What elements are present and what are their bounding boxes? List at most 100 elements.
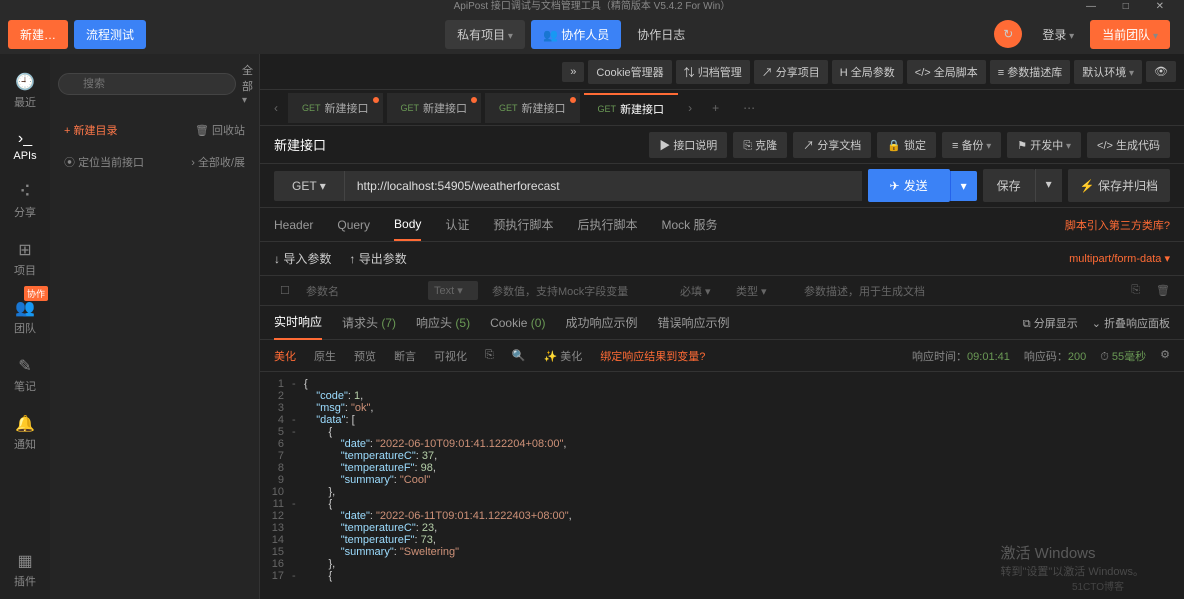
tab-body[interactable]: Body xyxy=(394,209,421,241)
env-dropdown[interactable]: 默认环境 xyxy=(1074,60,1142,84)
expand-link[interactable]: › 全部收/展 xyxy=(191,154,245,170)
blog-watermark: 51CTO博客 xyxy=(1072,578,1124,593)
search-scope-dropdown[interactable]: 全部 xyxy=(242,62,253,106)
param-name-head: 参数名 xyxy=(300,283,420,299)
request-tab[interactable]: GET新建接口 xyxy=(387,93,482,123)
copy-resp-icon[interactable]: ⎘ xyxy=(485,349,494,362)
request-tab[interactable]: GET新建接口 xyxy=(288,93,383,123)
search-resp-icon[interactable]: 🔍 xyxy=(512,349,526,362)
url-input[interactable]: http://localhost:54905/weatherforecast xyxy=(344,171,862,201)
settings-icon[interactable]: ⚙ xyxy=(1160,348,1170,364)
tab-mock[interactable]: Mock 服务 xyxy=(661,208,717,241)
resp-success[interactable]: 成功响应示例 xyxy=(565,306,637,339)
more-tools[interactable]: » xyxy=(562,62,584,82)
secondary-toolbar: » Cookie管理器 ⇅ 归档管理 ↗ 分享项目 H 全局参数 </> 全局脚… xyxy=(260,54,1184,90)
search-input[interactable] xyxy=(58,73,236,95)
copy-icon[interactable]: ⎘ xyxy=(1131,284,1140,297)
recycle-link[interactable]: 🗑 回收站 xyxy=(195,122,245,138)
bind-var-link[interactable]: 绑定响应结果到变量? xyxy=(600,348,705,364)
nav-project[interactable]: ⊞项目 xyxy=(0,230,50,288)
tab-prev[interactable]: ‹ xyxy=(268,101,284,115)
view-visual[interactable]: 可视化 xyxy=(434,348,467,364)
top-bar: 新建… 流程测试 私有项目 👥 协作人员 协作日志 ↻ 登录 当前团队 xyxy=(0,14,1184,54)
project-icon: ⊞ xyxy=(0,240,50,260)
tab-next[interactable]: › xyxy=(682,101,698,115)
new-button[interactable]: 新建… xyxy=(8,20,68,49)
tab-menu[interactable]: ⋯ xyxy=(733,101,765,115)
refresh-icon: ↻ xyxy=(1003,27,1013,41)
save-archive-button[interactable]: ⚡ 保存并归档 xyxy=(1068,169,1170,202)
nav-apis[interactable]: ›_APIs xyxy=(0,120,50,172)
refresh-button[interactable]: ↻ xyxy=(994,20,1022,48)
body-format[interactable]: multipart/form-data ▾ xyxy=(1069,252,1170,265)
resp-resphead[interactable]: 响应头 (5) xyxy=(416,306,470,339)
collab-button[interactable]: 👥 协作人员 xyxy=(531,20,621,49)
view-raw[interactable]: 原生 xyxy=(314,348,336,364)
archive-mgr[interactable]: ⇅ 归档管理 xyxy=(676,60,750,84)
beautify-icon[interactable]: ✨ 美化 xyxy=(544,348,583,364)
param-value-head: 参数值，支持Mock字段变量 xyxy=(486,283,666,299)
desc-button[interactable]: ▶ 接口说明 xyxy=(649,132,727,158)
view-preview[interactable]: 预览 xyxy=(354,348,376,364)
tab-postscript[interactable]: 后执行脚本 xyxy=(577,208,637,241)
send-button[interactable]: ✈发送 xyxy=(868,169,950,202)
tab-prescript[interactable]: 预执行脚本 xyxy=(493,208,553,241)
new-dir-link[interactable]: + 新建目录 xyxy=(64,122,117,138)
nav-team[interactable]: 协作👥团队 xyxy=(0,288,50,346)
window-controls[interactable]: — □ ✕ xyxy=(1086,0,1176,14)
private-project-dropdown[interactable]: 私有项目 xyxy=(445,20,525,49)
collapse-resp[interactable]: ⌄ 折叠响应面板 xyxy=(1092,315,1170,331)
tab-query[interactable]: Query xyxy=(337,210,370,240)
tab-add[interactable]: + xyxy=(702,101,729,115)
collab-log-button[interactable]: 协作日志 xyxy=(627,20,695,49)
import-params[interactable]: ↓ 导入参数 xyxy=(274,250,331,267)
save-dropdown[interactable]: ▾ xyxy=(1035,169,1062,202)
tab-auth[interactable]: 认证 xyxy=(445,208,469,241)
delete-icon[interactable]: 🗑 xyxy=(1156,284,1170,297)
eye-icon[interactable]: 👁 xyxy=(1146,61,1176,82)
request-tab[interactable]: GET新建接口 xyxy=(485,93,580,123)
flowtest-button[interactable]: 流程测试 xyxy=(74,20,146,49)
resp-realtime[interactable]: 实时响应 xyxy=(274,305,322,340)
nav-notes[interactable]: ✎笔记 xyxy=(0,346,50,404)
resp-reqhead[interactable]: 请求头 (7) xyxy=(342,306,396,339)
backup-button[interactable]: ≡ 备份 xyxy=(942,132,1001,158)
gencode-button[interactable]: </> 生成代码 xyxy=(1087,132,1170,158)
left-nav: 🕘最近 ›_APIs ⠪分享 ⊞项目 协作👥团队 ✎笔记 🔔通知 ▦插件 xyxy=(0,54,50,599)
param-required-head[interactable]: 必填 ▾ xyxy=(674,283,722,299)
response-body[interactable]: 1-{2 "code": 1,3 "msg": "ok",4- "data": … xyxy=(260,372,1184,599)
share-project[interactable]: ↗ 分享项目 xyxy=(754,60,828,84)
nav-share[interactable]: ⠪分享 xyxy=(0,172,50,230)
global-script[interactable]: </> 全局脚本 xyxy=(907,60,986,84)
nav-recent[interactable]: 🕘最近 xyxy=(0,62,50,120)
param-dtype-head[interactable]: 类型 ▾ xyxy=(730,283,790,299)
resp-error[interactable]: 错误响应示例 xyxy=(657,306,729,339)
cookie-mgr[interactable]: Cookie管理器 xyxy=(588,60,671,84)
send-dropdown[interactable]: ▾ xyxy=(950,171,977,201)
view-assert[interactable]: 断言 xyxy=(394,348,416,364)
login-dropdown[interactable]: 登录 xyxy=(1032,20,1084,49)
resp-cookie[interactable]: Cookie (0) xyxy=(490,308,545,338)
save-button[interactable]: 保存 xyxy=(983,169,1035,202)
request-tab[interactable]: GET新建接口 xyxy=(584,93,679,123)
locate-link[interactable]: ⦿ 定位当前接口 xyxy=(64,154,144,170)
nav-notify[interactable]: 🔔通知 xyxy=(0,404,50,462)
export-params[interactable]: ↑ 导出参数 xyxy=(349,250,406,267)
share-doc-button[interactable]: ↗ 分享文档 xyxy=(793,132,871,158)
view-pretty[interactable]: 美化 xyxy=(274,348,296,364)
status-dropdown[interactable]: ⚑ 开发中 xyxy=(1007,132,1081,158)
lock-button[interactable]: 🔒 锁定 xyxy=(877,132,936,158)
nav-plugins[interactable]: ▦插件 xyxy=(0,541,50,599)
param-checkbox-head[interactable]: ☐ xyxy=(274,284,292,297)
content-area: » Cookie管理器 ⇅ 归档管理 ↗ 分享项目 H 全局参数 </> 全局脚… xyxy=(260,54,1184,599)
team-dropdown[interactable]: 当前团队 xyxy=(1090,20,1170,49)
split-view[interactable]: ⧉ 分屏显示 xyxy=(1023,315,1078,331)
clone-button[interactable]: ⎘ 克隆 xyxy=(733,132,787,158)
param-lib[interactable]: ≡ 参数描述库 xyxy=(990,60,1070,84)
global-params[interactable]: H 全局参数 xyxy=(832,60,903,84)
thirdparty-link[interactable]: 脚本引入第三方类库? xyxy=(1065,217,1170,233)
param-type-head[interactable]: Text ▾ xyxy=(428,281,478,300)
method-select[interactable]: GET ▾ xyxy=(274,171,344,201)
resp-code: 响应码：200 xyxy=(1024,348,1086,364)
tab-header[interactable]: Header xyxy=(274,210,313,240)
